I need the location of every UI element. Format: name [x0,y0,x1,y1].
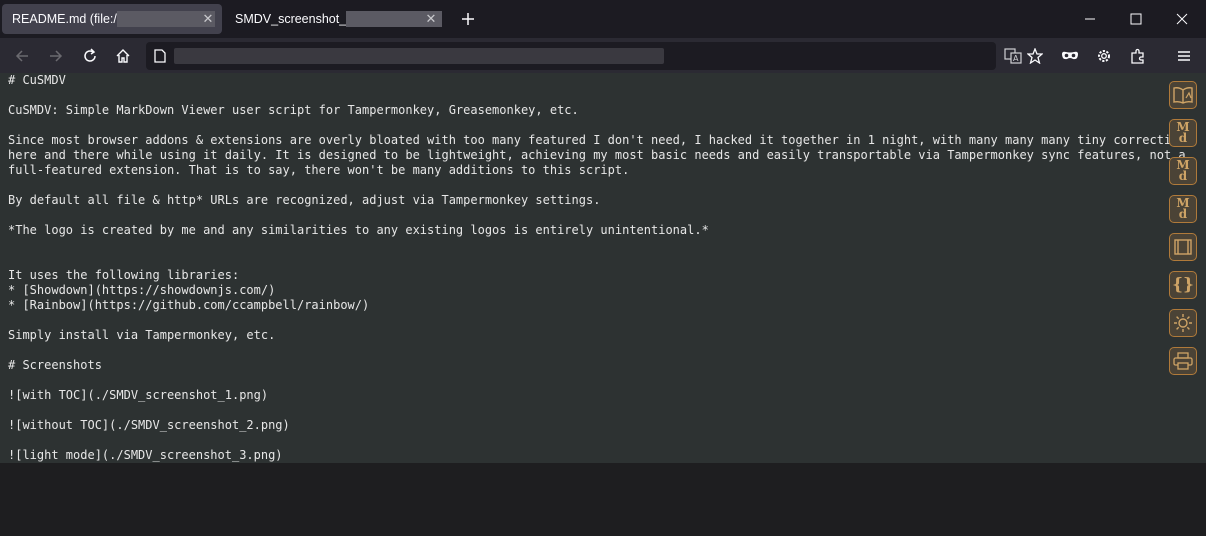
braces-label: {} [1172,275,1194,295]
close-icon [1176,13,1188,25]
reload-button[interactable] [76,42,104,70]
arrow-left-icon [15,50,28,62]
mask-icon [1062,51,1078,60]
markdown-line: By default all file & http* URLs are rec… [8,193,601,207]
empty-area [0,463,1206,536]
tab-readme[interactable]: README.md (file:/ ✕ [2,4,222,34]
md-label: Md [1176,196,1190,221]
home-icon [116,49,130,63]
close-window-button[interactable] [1159,0,1205,38]
md-label: Md [1176,120,1190,145]
tab-title: SMDV_screenshot_ [235,12,347,26]
markdown-line: full-featured extension. That is to say,… [8,163,630,177]
page-icon [152,48,168,64]
markdown-line: ![with TOC](./SMDV_screenshot_1.png) [8,388,269,402]
toc-book-button[interactable] [1169,81,1197,109]
markdown-line: here and there while using it daily. It … [8,148,1186,162]
markdown-page: # CuSMDV CuSMDV: Simple MarkDown Viewer … [0,73,1206,463]
tab-close-icon[interactable]: ✕ [423,11,439,27]
back-button[interactable] [8,42,36,70]
fullwidth-button[interactable] [1169,233,1197,261]
markdown-line: It uses the following libraries: [8,268,240,282]
markdown-line: Since most browser addons & extensions a… [8,133,1193,147]
arrow-right-icon [50,50,63,62]
forward-button[interactable] [42,42,70,70]
minimize-button[interactable] [1067,0,1113,38]
tab-close-icon[interactable]: ✕ [200,11,216,27]
markdown-source: # CuSMDV CuSMDV: Simple MarkDown Viewer … [8,73,1193,463]
markdown-line: CuSMDV: Simple MarkDown Viewer user scri… [8,103,579,117]
markdown-line: *The logo is created by me and any simil… [8,223,709,237]
home-button[interactable] [109,42,137,70]
maximize-icon [1130,13,1142,25]
markdown-line: # CuSMDV [8,73,66,87]
navigation-toolbar: A [0,38,1206,73]
markdown-mode-button-2[interactable]: Md [1169,157,1197,185]
redacted-url [174,48,664,64]
extensions-button[interactable] [1124,42,1152,70]
printer-icon [1173,352,1193,370]
markdown-line: ![without TOC](./SMDV_screenshot_2.png) [8,418,290,432]
fullwidth-icon [1174,239,1192,255]
private-mask-button[interactable] [1056,42,1084,70]
svg-text:A: A [1013,54,1019,63]
translate-icon: A [1004,48,1022,64]
code-braces-button[interactable]: {} [1169,271,1197,299]
new-tab-button[interactable] [457,8,479,30]
bookmark-button[interactable] [1021,42,1049,70]
md-label: Md [1176,158,1190,183]
light-mode-button[interactable] [1169,309,1197,337]
reload-icon [84,48,96,62]
markdown-mode-button[interactable]: Md [1169,119,1197,147]
markdown-line: * [Showdown](https://showdownjs.com/) [8,283,276,297]
tab-title: README.md (file:/ [12,12,117,26]
menu-button[interactable] [1170,42,1198,70]
tab-strip: README.md (file:/ ✕ SMDV_screenshot_ ✕ [0,0,1206,38]
markdown-line: ![light mode](./SMDV_screenshot_3.png) [8,448,283,462]
sun-icon [1174,314,1192,332]
star-icon [1027,48,1043,64]
open-book-icon [1173,87,1193,104]
markdown-mode-button-3[interactable]: Md [1169,195,1197,223]
plus-icon [462,13,474,25]
url-bar[interactable] [146,42,996,70]
hamburger-menu-icon [1178,51,1190,61]
print-button[interactable] [1169,347,1197,375]
markdown-line: # Screenshots [8,358,102,372]
puzzle-icon [1131,48,1144,64]
gear-icon [1098,50,1110,62]
settings-button[interactable] [1090,42,1118,70]
maximize-button[interactable] [1113,0,1159,38]
markdown-line: Simply install via Tampermonkey, etc. [8,328,276,342]
markdown-line: * [Rainbow](https://github.com/ccampbell… [8,298,370,312]
minimize-icon [1085,18,1095,20]
tab-screenshot[interactable]: SMDV_screenshot_ ✕ [225,4,445,34]
